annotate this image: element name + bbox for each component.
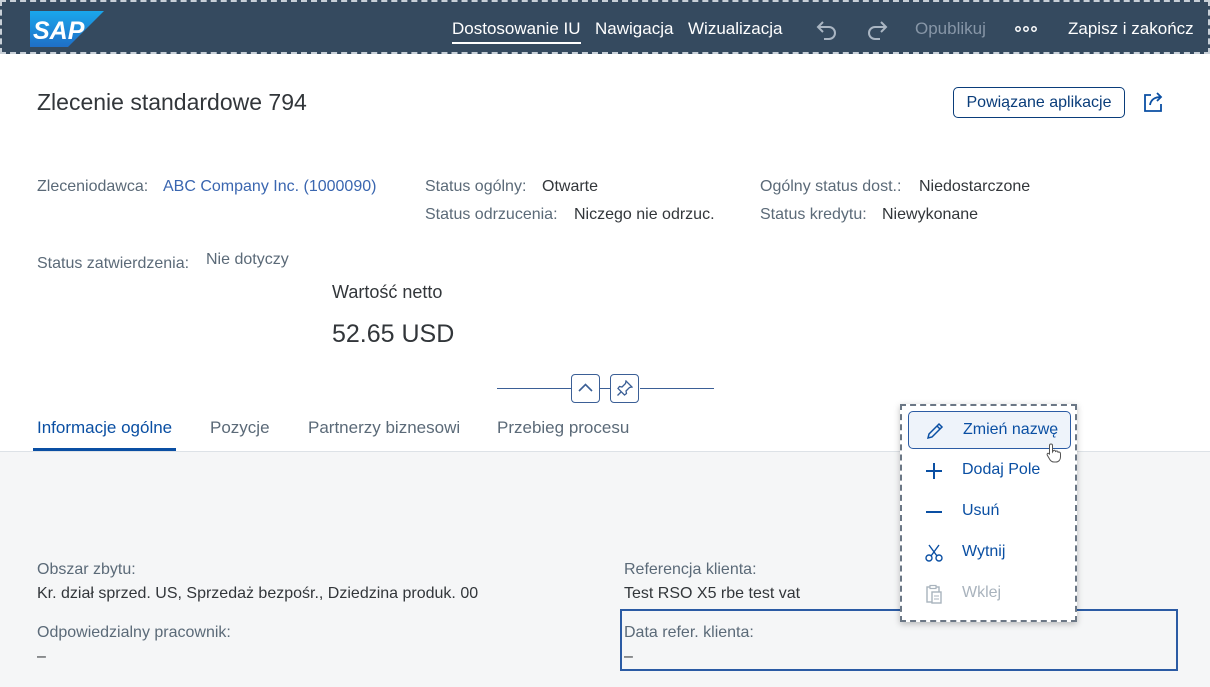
related-apps-button[interactable]: Powiązane aplikacje (953, 87, 1125, 118)
tab-general-info[interactable]: Informacje ogólne (37, 418, 172, 438)
rejection-status-label: Status odrzucenia: (425, 206, 558, 223)
delivery-status-value: Niedostarczone (919, 178, 1031, 195)
sales-area-label: Obszar zbytu: (37, 561, 136, 578)
plus-icon (926, 463, 942, 479)
context-menu: Zmień nazwę Dodaj Pole Usuń Wytnij Wklej (900, 404, 1077, 622)
responsible-employee-value: – (37, 648, 46, 665)
collapse-header-button[interactable] (571, 374, 600, 403)
delivery-status-label: Ogólny status dost.: (760, 178, 902, 195)
save-and-exit-button[interactable]: Zapisz i zakończ (1068, 2, 1194, 56)
nav-navigation[interactable]: Nawigacja (595, 2, 673, 56)
overflow-icon[interactable] (1014, 17, 1038, 41)
minus-icon (926, 511, 942, 513)
customer-label: Zleceniodawca: (37, 178, 149, 195)
menu-item-label: Dodaj Pole (962, 461, 1041, 478)
share-icon[interactable] (1141, 90, 1165, 114)
header-divider-right (640, 388, 714, 389)
menu-item-label: Usuń (962, 502, 1000, 519)
pin-icon (617, 380, 633, 396)
tab-process-flow[interactable]: Przebieg procesu (497, 418, 629, 438)
approval-status-value: Nie dotyczy (206, 251, 289, 268)
pin-header-button[interactable] (610, 374, 639, 403)
responsible-employee-label: Odpowiedzialny pracownik: (37, 624, 231, 641)
overall-status-label: Status ogólny: (425, 178, 527, 195)
rejection-status-value: Niczego nie odrzuc. (574, 206, 715, 223)
customer-reference-label: Referencja klienta: (624, 561, 757, 578)
undo-icon[interactable] (815, 17, 839, 41)
sales-area-value: Kr. dział sprzed. US, Sprzedaż bezpośr.,… (37, 585, 479, 602)
menu-item-paste[interactable]: Wklej (908, 575, 1071, 613)
menu-item-label: Wytnij (962, 543, 1006, 560)
customer-reference-date-label: Data refer. klienta: (624, 624, 754, 641)
pencil-icon (926, 422, 944, 440)
customer-reference-value: Test RSO X5 rbe test vat (624, 585, 801, 602)
paste-icon (926, 584, 942, 604)
nav-ui-adaptation[interactable]: Dostosowanie IU (452, 2, 581, 56)
tab-items[interactable]: Pozycje (210, 418, 270, 438)
approval-status-label: Status zatwierdzenia: (37, 255, 190, 272)
svg-text:SAP: SAP (33, 17, 85, 45)
net-value-amount: 52.65 USD (332, 320, 455, 348)
menu-item-label: Wklej (962, 584, 1002, 601)
credit-status-value: Niewykonane (882, 206, 979, 223)
menu-item-remove[interactable]: Usuń (908, 493, 1071, 531)
menu-item-label: Zmień nazwę (963, 421, 1059, 438)
page-title: Zlecenie standardowe 794 (37, 89, 307, 115)
sap-logo[interactable]: SAP (30, 11, 104, 47)
menu-item-cut[interactable]: Wytnij (908, 534, 1071, 572)
chevron-up-icon (578, 383, 593, 392)
tab-business-partners[interactable]: Partnerzy biznesowi (308, 418, 460, 438)
nav-visualization[interactable]: Wizualizacja (688, 2, 782, 56)
customer-reference-date-value: – (624, 648, 633, 665)
shell-bar: SAP Dostosowanie IU Nawigacja Wizualizac… (0, 0, 1210, 54)
overall-status-value: Otwarte (542, 178, 599, 195)
redo-icon[interactable] (865, 17, 889, 41)
publish-button[interactable]: Opublikuj (915, 2, 986, 56)
scissors-icon (925, 544, 943, 562)
hand-cursor-icon (1046, 443, 1061, 463)
customer-link[interactable]: ABC Company Inc. (1000090) (163, 178, 376, 196)
credit-status-label: Status kredytu: (760, 206, 867, 223)
header-divider-left (497, 388, 571, 389)
header-divider-middle (600, 388, 610, 389)
net-value-label: Wartość netto (332, 282, 443, 302)
